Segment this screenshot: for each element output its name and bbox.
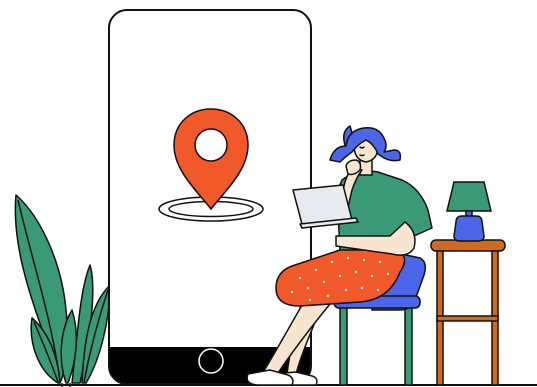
- illustration-canvas: [0, 9, 537, 387]
- location-illustration: [0, 0, 537, 387]
- lamp-shade: [446, 181, 492, 212]
- table-shelf: [436, 315, 499, 322]
- laptop-screen: [292, 184, 353, 225]
- phone: [108, 9, 312, 385]
- lamp: [446, 181, 492, 242]
- pin-hole: [194, 128, 228, 162]
- plant: [14, 194, 111, 387]
- mouth: [359, 154, 365, 157]
- side-table: [430, 239, 506, 386]
- chair-leg-front-left: [339, 299, 348, 386]
- hand: [345, 159, 362, 176]
- lamp-base: [453, 215, 485, 242]
